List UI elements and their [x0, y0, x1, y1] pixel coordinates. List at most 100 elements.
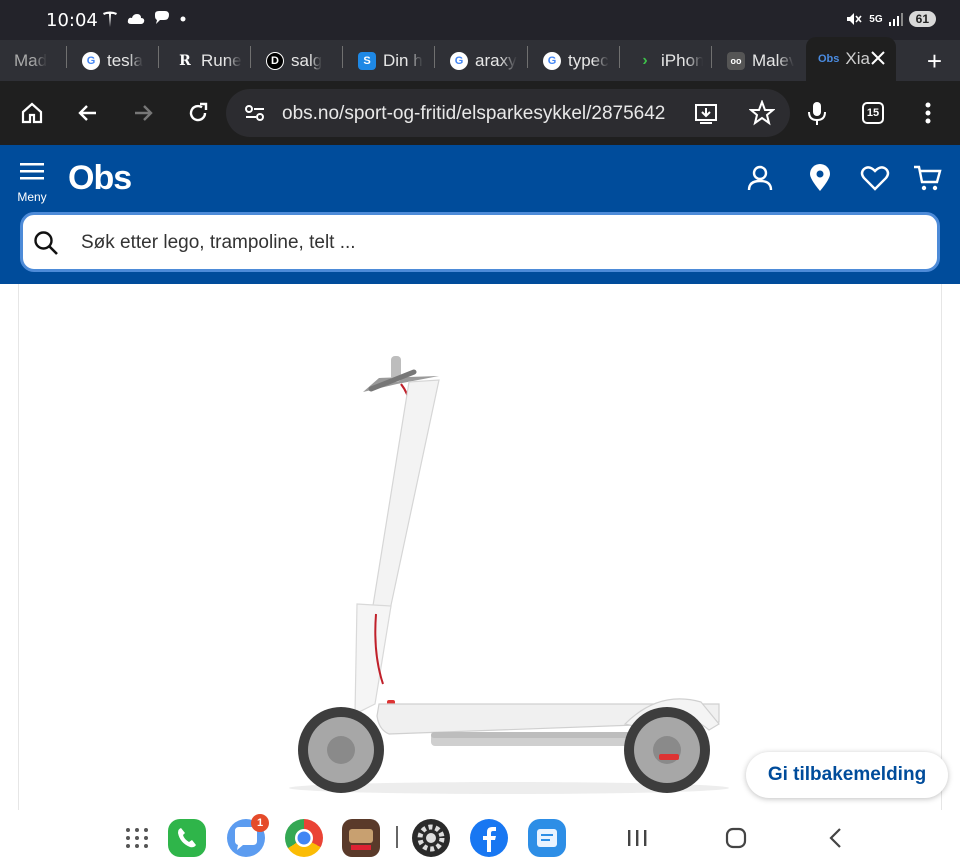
facebook-icon [483, 827, 496, 852]
forward-arrow-icon [135, 105, 153, 121]
back-arrow-icon [78, 105, 96, 121]
tab-switcher-button[interactable]: 15 [857, 97, 889, 129]
chrome-icon [295, 829, 313, 847]
status-icons-left [100, 9, 188, 29]
notes-app-icon[interactable] [528, 819, 566, 857]
chrome-app-icon[interactable] [285, 819, 323, 857]
google-icon: G [450, 51, 468, 70]
tab-3[interactable]: R Rune [176, 40, 242, 81]
tab-label: araxy [475, 50, 517, 70]
tab-count: 15 [862, 102, 884, 124]
messages-badge: 1 [251, 814, 269, 832]
game-icon [349, 829, 373, 850]
hamburger-icon [20, 163, 44, 180]
tab-label: Rune [201, 50, 242, 70]
facebook-app-icon[interactable] [470, 819, 508, 857]
battery-indicator: 61 [908, 11, 936, 27]
reload-icon [189, 102, 208, 122]
tab-divider [711, 46, 712, 68]
cart-icon[interactable] [912, 163, 942, 193]
tab-7[interactable]: G typec [543, 40, 609, 81]
tab-5[interactable]: S Din h [358, 40, 423, 81]
status-bar: 10:04 5G 61 [0, 0, 960, 40]
home-icon [21, 102, 43, 124]
close-tab-icon[interactable] [870, 50, 886, 66]
tab-label: Mad [14, 50, 48, 70]
voice-search-button[interactable] [801, 97, 833, 129]
recent-apps-icon[interactable] [626, 828, 648, 848]
game-app-icon[interactable] [342, 819, 380, 857]
home-button[interactable] [16, 97, 48, 129]
install-app-button[interactable] [690, 97, 722, 129]
messages-app-icon[interactable]: 1 [227, 814, 269, 857]
tab-1[interactable]: Mad [14, 40, 47, 81]
tab-active[interactable]: Obs Xia [806, 37, 896, 81]
back-nav-icon[interactable] [826, 827, 846, 849]
feedback-button[interactable]: Gi tilbakemelding [746, 752, 948, 798]
mute-icon [847, 13, 862, 25]
tab-divider [342, 46, 343, 68]
tab-8[interactable]: › iPhon [636, 40, 703, 81]
tab-label: Xia [845, 49, 870, 68]
store-location-icon[interactable] [805, 163, 835, 193]
google-icon: G [543, 51, 561, 70]
obs-logo[interactable]: Obs [68, 159, 132, 198]
reload-button[interactable] [182, 97, 214, 129]
more-vert-icon [925, 102, 931, 124]
star-icon [749, 100, 775, 126]
settings-app-icon[interactable] [412, 819, 450, 857]
tab-label: Din h [383, 50, 423, 70]
r-icon: R [179, 52, 191, 69]
tab-4[interactable]: D salg [266, 40, 322, 81]
search-input[interactable]: Søk etter lego, trampoline, telt ... [20, 212, 940, 272]
install-icon [695, 104, 717, 124]
site-header: Meny Obs Søk etter lego, trampoline, tel… [0, 145, 960, 284]
forward-button[interactable] [127, 97, 159, 129]
phone-icon [178, 828, 196, 848]
tesla-icon [103, 11, 117, 27]
account-icon[interactable] [745, 163, 775, 193]
s-icon: S [358, 51, 376, 70]
browser-menu-button[interactable] [912, 97, 944, 129]
tab-divider [434, 46, 435, 68]
bookmark-button[interactable] [746, 97, 778, 129]
dock-divider [396, 826, 398, 848]
search-icon [34, 231, 58, 255]
tab-9[interactable]: oo Malev [727, 40, 794, 81]
cloud-icon [127, 14, 145, 24]
site-settings-icon[interactable] [244, 103, 266, 123]
tab-6[interactable]: G araxy [450, 40, 517, 81]
electric-scooter-image[interactable] [19, 284, 943, 814]
tab-label: typec [568, 50, 609, 70]
url-text[interactable]: obs.no/sport-og-fritid/elsparkesykkel/28… [282, 103, 665, 125]
tab-divider [66, 46, 67, 68]
tab-label: Malev [752, 50, 794, 70]
notes-icon [537, 829, 557, 847]
new-tab-button[interactable]: + [927, 46, 942, 77]
back-button[interactable] [72, 97, 104, 129]
status-icons-right: 5G 61 [845, 10, 936, 28]
browser-toolbar: obs.no/sport-og-fritid/elsparkesykkel/28… [0, 81, 960, 145]
tab-divider [250, 46, 251, 68]
network-type: 5G [869, 13, 883, 25]
heart-icon[interactable] [860, 163, 890, 193]
menu-button[interactable]: Meny [14, 161, 50, 204]
app-drawer-icon[interactable] [124, 826, 150, 850]
tab-label: iPhon [661, 50, 703, 70]
chat-icon [155, 11, 169, 24]
search-placeholder: Søk etter lego, trampoline, telt ... [81, 232, 356, 253]
microphone-icon [808, 102, 826, 125]
d-icon: D [266, 51, 284, 70]
menu-label: Meny [17, 190, 47, 204]
phone-app-icon[interactable] [168, 819, 206, 857]
home-nav-icon[interactable] [725, 827, 747, 849]
gear-icon [417, 824, 445, 852]
product-gallery [18, 284, 942, 814]
tab-2[interactable]: G tesla [82, 40, 143, 81]
android-nav-bar: 1 [0, 810, 960, 865]
tab-divider [619, 46, 620, 68]
tab-label: salg [291, 50, 323, 70]
tab-divider [158, 46, 159, 68]
obs-favicon-icon: Obs [818, 53, 840, 65]
google-icon: G [82, 51, 100, 70]
